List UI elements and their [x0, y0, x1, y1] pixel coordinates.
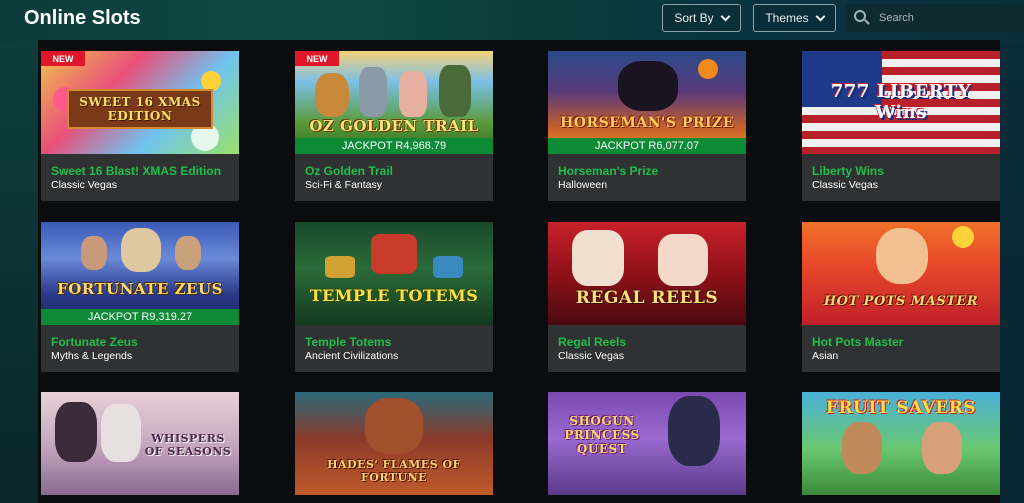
page-background-left — [0, 42, 38, 503]
game-card[interactable]: FRUIT SAVERS — [802, 392, 1000, 495]
game-thumbnail[interactable]: FORTUNATE ZEUS JACKPOT R9,319.27 — [41, 222, 239, 325]
game-art-title: HOT POTS MASTER — [823, 294, 979, 309]
chevron-down-icon — [815, 11, 826, 21]
game-art-title: WHISPERS OF SEASONS — [144, 432, 232, 458]
game-card[interactable]: WHISPERS OF SEASONS — [41, 392, 239, 495]
search-icon — [854, 10, 870, 26]
game-thumbnail[interactable]: HORSEMAN'S PRIZE JACKPOT R6,077.07 — [548, 51, 746, 154]
game-card[interactable]: SHOGUN PRINCESS QUEST — [548, 392, 746, 495]
game-card[interactable]: HOT POTS MASTER Hot Pots Master Asian — [802, 222, 1000, 372]
game-card[interactable]: 777 LIBERTY Wins Liberty Wins Classic Ve… — [802, 51, 1000, 201]
search-box[interactable] — [846, 4, 1024, 32]
game-thumbnail[interactable]: 777 LIBERTY Wins — [802, 51, 1000, 154]
jackpot-banner: JACKPOT R6,077.07 — [548, 138, 746, 154]
game-art-title: REGAL REELS — [575, 288, 719, 308]
game-category: Classic Vegas — [51, 179, 117, 191]
game-card[interactable]: OZ GOLDEN TRAIL NEW JACKPOT R4,968.79 Oz… — [295, 51, 493, 201]
game-thumbnail[interactable]: SWEET 16 XMAS EDITION NEW — [41, 51, 239, 154]
game-thumbnail[interactable]: TEMPLE TOTEMS — [295, 222, 493, 325]
game-category: Classic Vegas — [812, 179, 878, 191]
game-category: Sci-Fi & Fantasy — [305, 179, 383, 191]
game-category: Asian — [812, 350, 839, 362]
jackpot-banner: JACKPOT R4,968.79 — [295, 138, 493, 154]
game-name[interactable]: Fortunate Zeus — [51, 335, 229, 349]
game-art-title: OZ GOLDEN TRAIL — [309, 117, 479, 135]
game-thumbnail[interactable]: HOT POTS MASTER — [802, 222, 1000, 325]
page-title: Online Slots — [24, 7, 141, 29]
game-art-title: 777 LIBERTY Wins — [830, 81, 972, 123]
game-thumbnail[interactable]: FRUIT SAVERS — [802, 392, 1000, 495]
game-card[interactable]: SWEET 16 XMAS EDITION NEW Sweet 16 Blast… — [41, 51, 239, 201]
game-thumbnail[interactable]: REGAL REELS — [548, 222, 746, 325]
game-name[interactable]: Liberty Wins — [812, 164, 990, 178]
game-card[interactable]: REGAL REELS Regal Reels Classic Vegas — [548, 222, 746, 372]
game-name[interactable]: Sweet 16 Blast! XMAS Edition — [51, 164, 229, 178]
new-badge: NEW — [295, 51, 339, 66]
game-art-title: FORTUNATE ZEUS — [57, 280, 223, 298]
game-category: Halloween — [558, 179, 608, 191]
themes-label: Themes — [765, 11, 809, 25]
game-art-title: SWEET 16 XMAS EDITION — [67, 89, 213, 129]
game-category: Classic Vegas — [558, 350, 624, 362]
sort-by-label: Sort By — [674, 11, 714, 25]
themes-dropdown[interactable]: Themes — [753, 4, 836, 32]
game-name[interactable]: Hot Pots Master — [812, 335, 990, 349]
chevron-down-icon — [720, 11, 731, 21]
game-art-title: HORSEMAN'S PRIZE — [560, 115, 734, 131]
game-name[interactable]: Temple Totems — [305, 335, 483, 349]
search-input[interactable] — [879, 12, 1019, 24]
game-thumbnail[interactable]: HADES' FLAMES OF FORTUNE — [295, 392, 493, 495]
game-art-title: HADES' FLAMES OF FORTUNE — [327, 458, 461, 484]
game-art-title: FRUIT SAVERS — [825, 398, 977, 418]
game-category: Ancient Civilizations — [305, 350, 399, 362]
game-name[interactable]: Horseman's Prize — [558, 164, 736, 178]
game-art-title: SHOGUN PRINCESS QUEST — [564, 414, 640, 456]
game-art-title: TEMPLE TOTEMS — [309, 286, 479, 305]
new-badge: NEW — [41, 51, 85, 66]
game-thumbnail[interactable]: SHOGUN PRINCESS QUEST — [548, 392, 746, 495]
game-card[interactable]: HORSEMAN'S PRIZE JACKPOT R6,077.07 Horse… — [548, 51, 746, 201]
jackpot-banner: JACKPOT R9,319.27 — [41, 309, 239, 325]
game-card[interactable]: HADES' FLAMES OF FORTUNE — [295, 392, 493, 495]
page-background-right — [1000, 42, 1024, 503]
game-card[interactable]: TEMPLE TOTEMS Temple Totems Ancient Civi… — [295, 222, 493, 372]
sort-by-dropdown[interactable]: Sort By — [662, 4, 741, 32]
game-category: Myths & Legends — [51, 350, 133, 362]
game-card[interactable]: FORTUNATE ZEUS JACKPOT R9,319.27 Fortuna… — [41, 222, 239, 372]
game-name[interactable]: Oz Golden Trail — [305, 164, 483, 178]
game-name[interactable]: Regal Reels — [558, 335, 736, 349]
game-thumbnail[interactable]: OZ GOLDEN TRAIL NEW JACKPOT R4,968.79 — [295, 51, 493, 154]
game-thumbnail[interactable]: WHISPERS OF SEASONS — [41, 392, 239, 495]
